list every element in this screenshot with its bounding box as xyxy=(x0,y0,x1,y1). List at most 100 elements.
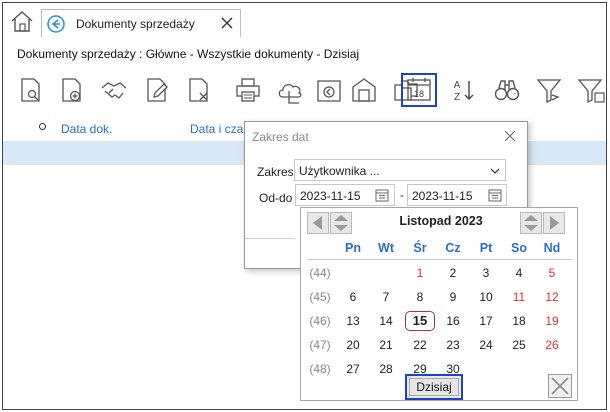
cloud-icon xyxy=(278,83,302,104)
filter-clear-icon xyxy=(577,79,605,104)
year-spinner-icon[interactable] xyxy=(520,212,542,234)
add-document-icon xyxy=(62,78,81,102)
chevron-down-icon xyxy=(490,168,500,174)
calendar-day-selected[interactable]: 15 xyxy=(405,311,435,331)
filter-button[interactable] xyxy=(534,75,564,105)
calendar-popup: Listopad 2023 Pn Wt Śr Cz Pt So Nd (44) 1… xyxy=(300,207,578,401)
filter-icon xyxy=(536,79,562,104)
sort-indicator-icon xyxy=(39,123,46,130)
column-header-datetime[interactable]: Data i czas xyxy=(190,122,249,136)
calendar-day[interactable]: 13 xyxy=(338,314,368,328)
calendar-day[interactable]: 18 xyxy=(504,314,534,328)
previous-month-icon[interactable] xyxy=(307,212,329,234)
next-month-icon[interactable] xyxy=(543,212,565,234)
date-to-field[interactable]: 2023-11-15 xyxy=(407,184,507,206)
calendar-picker-icon[interactable] xyxy=(374,188,390,203)
calendar-button[interactable]: 18 xyxy=(401,73,437,107)
calendar-day[interactable]: 1 xyxy=(405,266,435,280)
weekday-header: Cz xyxy=(445,241,461,255)
preview-button[interactable] xyxy=(15,75,45,105)
divider xyxy=(245,238,295,239)
calendar-day[interactable]: 10 xyxy=(471,290,501,304)
edit-document-icon xyxy=(147,78,168,102)
calendar-day[interactable]: 24 xyxy=(471,338,501,352)
filter-clear-button[interactable] xyxy=(575,75,605,105)
weekday-header: Nd xyxy=(543,241,561,255)
week-number: (48) xyxy=(309,362,331,376)
search-button[interactable] xyxy=(492,75,522,105)
add-document-button[interactable] xyxy=(56,75,86,105)
calendar-day[interactable]: 2 xyxy=(438,266,468,280)
calendar-day[interactable]: 14 xyxy=(371,314,401,328)
close-tab-icon[interactable] xyxy=(219,15,235,31)
dialog-title: Zakres dat xyxy=(252,130,309,144)
today-button-label: Dzisiaj xyxy=(409,378,459,396)
warehouse-button[interactable] xyxy=(349,75,379,105)
week-number: (47) xyxy=(309,338,331,352)
range-select-value: Użytkownika ... xyxy=(299,164,380,178)
from-to-label: Od-do xyxy=(259,191,293,205)
range-label: Zakres xyxy=(257,165,294,179)
tab-bar: Dokumenty sprzedaży xyxy=(3,3,606,37)
print-button[interactable] xyxy=(233,75,263,105)
calendar-picker-icon[interactable] xyxy=(487,188,503,203)
print-icon xyxy=(236,78,260,102)
calendar-day[interactable]: 12 xyxy=(537,290,567,304)
today-button[interactable]: Dzisiaj xyxy=(405,374,463,400)
weekday-header: Śr xyxy=(413,241,427,255)
weekday-header: So xyxy=(511,241,527,255)
weekday-header: Pn xyxy=(345,241,361,255)
import-button[interactable] xyxy=(314,75,344,105)
calendar-day[interactable]: 17 xyxy=(471,314,501,328)
close-icon[interactable] xyxy=(503,129,517,143)
handshake-button[interactable] xyxy=(99,75,129,105)
svg-text:Z: Z xyxy=(454,92,460,103)
year-spinner-icon[interactable] xyxy=(330,212,352,234)
calendar-icon: 18 xyxy=(407,78,431,101)
date-from-value: 2023-11-15 xyxy=(300,189,361,203)
calendar-day[interactable]: 23 xyxy=(438,338,468,352)
edit-document-button[interactable] xyxy=(141,75,171,105)
date-from-field[interactable]: 2023-11-15 xyxy=(295,184,395,206)
sort-az-icon: A Z xyxy=(454,80,474,103)
cloud-button[interactable] xyxy=(275,75,305,105)
column-header-date[interactable]: Data dok. xyxy=(61,122,112,136)
binoculars-icon xyxy=(494,80,520,101)
tab-sales-documents[interactable]: Dokumenty sprzedaży xyxy=(41,9,241,37)
home-button[interactable] xyxy=(9,9,35,33)
tab-label: Dokumenty sprzedaży xyxy=(76,17,195,31)
calendar-day[interactable]: 27 xyxy=(338,362,368,376)
calendar-day[interactable]: 22 xyxy=(405,338,435,352)
calendar-day[interactable]: 7 xyxy=(371,290,401,304)
calendar-day[interactable]: 6 xyxy=(338,290,368,304)
preview-icon xyxy=(21,78,40,102)
calendar-day[interactable]: 16 xyxy=(438,314,468,328)
range-select[interactable]: Użytkownika ... xyxy=(294,159,506,181)
calendar-day[interactable]: 28 xyxy=(371,362,401,376)
date-to-value: 2023-11-15 xyxy=(412,189,473,203)
calendar-day[interactable]: 21 xyxy=(371,338,401,352)
home-icon xyxy=(11,11,33,32)
close-icon xyxy=(551,377,569,395)
back-icon xyxy=(47,15,65,33)
calendar-day[interactable]: 3 xyxy=(471,266,501,280)
calendar-day[interactable]: 9 xyxy=(438,290,468,304)
svg-text:A: A xyxy=(454,80,461,91)
weekday-header: Pt xyxy=(479,241,493,255)
calendar-day[interactable]: 5 xyxy=(537,266,567,280)
calendar-day[interactable]: 25 xyxy=(504,338,534,352)
calendar-day[interactable]: 19 xyxy=(537,314,567,328)
calendar-day[interactable]: 4 xyxy=(504,266,534,280)
weekday-header: Wt xyxy=(378,241,394,255)
calendar-month-label: Listopad 2023 xyxy=(399,214,483,228)
app-window: Dokumenty sprzedaży Dokumenty sprzedaży … xyxy=(2,2,607,410)
week-number: (46) xyxy=(309,314,331,328)
calendar-day[interactable]: 26 xyxy=(537,338,567,352)
sort-az-button[interactable]: A Z xyxy=(448,75,478,105)
delete-document-button[interactable] xyxy=(183,75,213,105)
breadcrumb: Dokumenty sprzedaży : Główne - Wszystkie… xyxy=(17,47,360,61)
calendar-day[interactable]: 8 xyxy=(405,290,435,304)
calendar-day[interactable]: 11 xyxy=(504,290,534,304)
calendar-day[interactable]: 20 xyxy=(338,338,368,352)
close-calendar-button[interactable] xyxy=(548,374,572,398)
